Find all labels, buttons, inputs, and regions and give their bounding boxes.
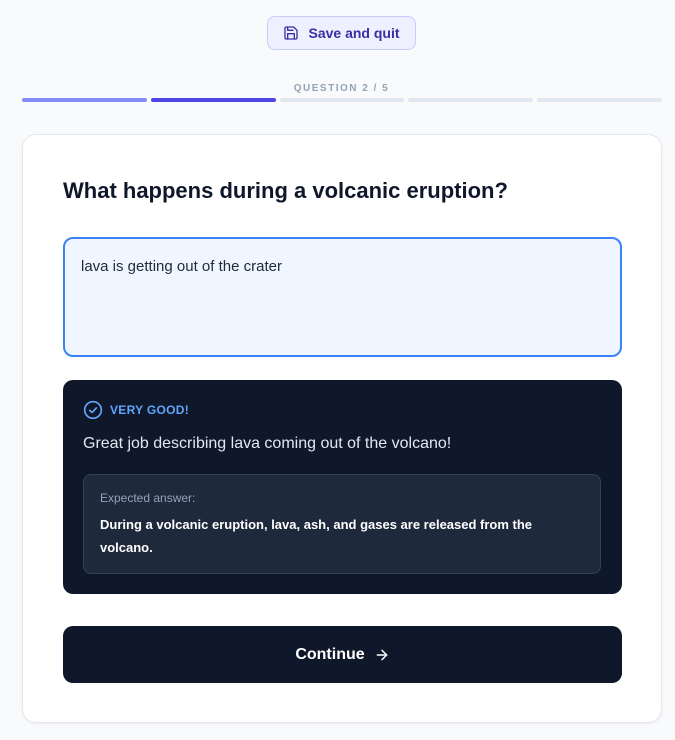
progress-bar [22,98,662,102]
question-card: What happens during a volcanic eruption?… [22,134,662,723]
quiz-page: Save and quit QUESTION 2 / 5 What happen… [0,0,675,740]
save-and-quit-button[interactable]: Save and quit [267,16,416,50]
expected-answer-box: Expected answer: During a volcanic erupt… [83,474,601,574]
feedback-message: Great job describing lava coming out of … [83,435,452,452]
save-and-quit-label: Save and quit [308,25,400,41]
save-icon [283,25,299,41]
continue-label: Continue [295,645,365,663]
answer-input[interactable]: lava is getting out of the crater [63,237,622,357]
continue-button[interactable]: Continue [63,626,622,683]
check-circle-icon [83,400,103,420]
question-counter: QUESTION 2 / 5 [293,83,390,94]
feedback-title: VERY GOOD! [110,403,190,417]
progress-segment-2 [150,98,276,102]
arrow-right-icon [374,647,390,663]
progress-segment-5 [537,98,662,102]
expected-answer-label: Expected answer: [100,491,196,505]
progress-segment-3 [279,98,405,102]
question-title: What happens during a volcanic eruption? [63,178,508,203]
feedback-panel: VERY GOOD! Great job describing lava com… [63,380,622,594]
progress-segment-4 [408,98,534,102]
expected-answer-text: During a volcanic eruption, lava, ash, a… [100,517,533,555]
feedback-header: VERY GOOD! [83,400,189,420]
progress-segment-1 [22,98,147,102]
